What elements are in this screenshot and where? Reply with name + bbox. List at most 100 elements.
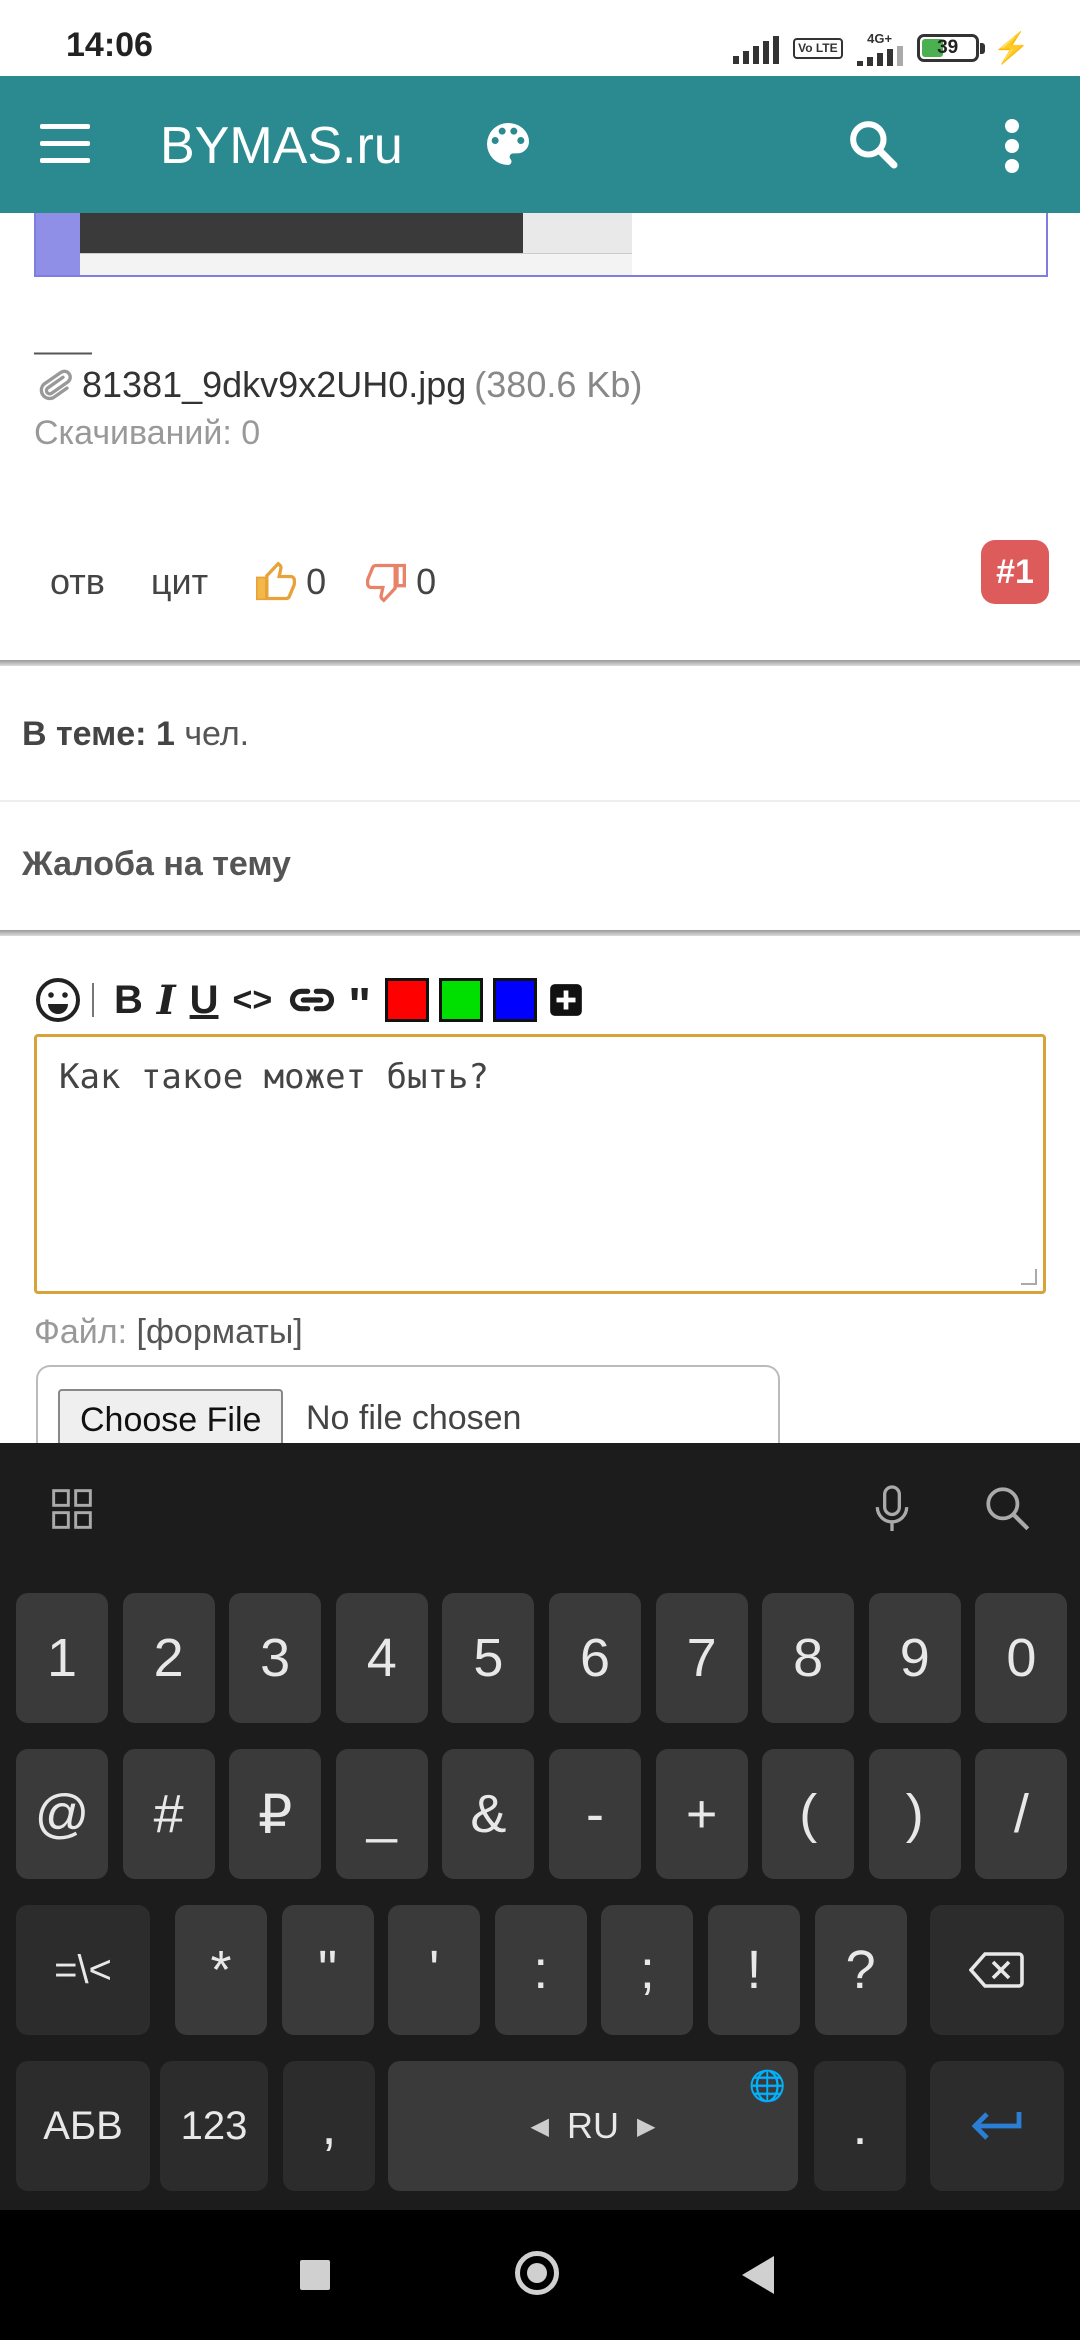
key-sym-1[interactable]: # xyxy=(122,1749,215,1879)
section-divider xyxy=(0,660,1080,666)
key-sym-7-label: ( xyxy=(799,1784,818,1844)
keyboard-search-icon[interactable] xyxy=(982,1483,1032,1533)
key-7-label: 8 xyxy=(793,1628,824,1688)
key-punct-5[interactable]: ! xyxy=(708,1905,800,2035)
key-sym-8[interactable]: ) xyxy=(868,1749,961,1879)
home-button[interactable] xyxy=(515,2251,559,2295)
period-key[interactable]: . xyxy=(814,2061,906,2191)
key-1-label: 2 xyxy=(153,1628,184,1688)
palette-icon[interactable] xyxy=(480,116,536,172)
key-sym-7[interactable]: ( xyxy=(762,1749,855,1879)
key-punct-1[interactable]: " xyxy=(281,1905,374,2035)
microphone-icon[interactable] xyxy=(870,1483,914,1535)
key-4[interactable]: 5 xyxy=(442,1593,535,1723)
signal-icon-2 xyxy=(856,45,903,66)
key-sym-6[interactable]: + xyxy=(655,1749,748,1879)
more-vert-icon[interactable] xyxy=(990,116,1034,176)
color-red-button[interactable] xyxy=(384,978,429,1022)
key-punct-6[interactable]: ? xyxy=(814,1905,907,2035)
key-sym-4[interactable]: & xyxy=(442,1749,535,1879)
comma-key[interactable]: , xyxy=(283,2061,375,2191)
space-key[interactable]: ◀ RU ▶ 🌐 xyxy=(388,2061,798,2191)
key-punct-3[interactable]: : xyxy=(494,1905,587,2035)
file-status: No file chosen xyxy=(306,1399,522,1437)
file-label: Файл: [форматы] xyxy=(34,1313,303,1352)
link-icon[interactable] xyxy=(286,974,338,1026)
app-bar: BYMAS.ru xyxy=(0,76,1080,213)
attachment-row[interactable]: 81381_9dkv9x2UH0.jpg (380.6 Kb) xyxy=(34,364,642,406)
likes-count: 0 xyxy=(306,561,327,602)
section-divider-2 xyxy=(0,930,1080,936)
post-number-badge[interactable]: #1 xyxy=(981,540,1049,604)
file-input[interactable]: Choose File No file chosen xyxy=(36,1365,780,1447)
key-sym-0[interactable]: @ xyxy=(16,1749,108,1879)
plus-box-icon[interactable] xyxy=(547,981,585,1019)
smiley-icon[interactable] xyxy=(34,976,82,1024)
quote-button[interactable]: " xyxy=(348,979,371,1032)
key-punct-4[interactable]: ; xyxy=(601,1905,694,2035)
complaint-link[interactable]: Жалоба на тему xyxy=(22,845,291,884)
symbols-key[interactable]: =\< xyxy=(16,1905,150,2035)
lang-left-icon: ◀ xyxy=(530,2112,549,2140)
color-green-button[interactable] xyxy=(438,978,483,1022)
menu-icon[interactable] xyxy=(40,124,90,164)
key-8[interactable]: 9 xyxy=(868,1593,961,1723)
in-topic-count[interactable]: 1 xyxy=(156,715,175,753)
italic-button[interactable]: I xyxy=(157,974,176,1026)
network-type: 4G+ xyxy=(867,30,893,46)
resize-handle[interactable] xyxy=(1021,1269,1037,1285)
battery-level: 39 xyxy=(937,37,959,58)
system-nav-bar xyxy=(0,2210,1080,2340)
reply-link[interactable]: отв xyxy=(50,561,105,603)
status-time: 14:06 xyxy=(66,26,153,64)
download-count: Скачиваний: 0 xyxy=(34,414,261,452)
back-button[interactable] xyxy=(742,2256,774,2294)
backspace-key[interactable] xyxy=(930,1905,1064,2035)
key-punct-0[interactable]: * xyxy=(175,1905,267,2035)
bold-button[interactable]: B xyxy=(114,974,143,1026)
comma-key-label: , xyxy=(321,2096,337,2156)
key-2[interactable]: 3 xyxy=(229,1593,322,1723)
key-4-label: 5 xyxy=(473,1628,504,1688)
paperclip-icon xyxy=(39,369,72,401)
quote-link[interactable]: цит xyxy=(151,561,208,603)
key-sym-3[interactable]: _ xyxy=(335,1749,428,1879)
key-5[interactable]: 6 xyxy=(549,1593,641,1723)
key-sym-5[interactable]: - xyxy=(549,1749,641,1879)
code-button[interactable]: <> xyxy=(233,974,273,1026)
space-label: RU xyxy=(567,2105,619,2146)
recents-button[interactable] xyxy=(300,2260,330,2290)
file-formats-link[interactable]: [форматы] xyxy=(137,1313,303,1351)
key-sym-2[interactable]: ₽ xyxy=(229,1749,322,1879)
key-3[interactable]: 4 xyxy=(335,1593,428,1723)
key-9[interactable]: 0 xyxy=(975,1593,1068,1723)
key-punct-5-label: ! xyxy=(746,1940,762,2000)
enter-key[interactable] xyxy=(930,2061,1064,2191)
key-1[interactable]: 2 xyxy=(122,1593,215,1723)
key-sym-9[interactable]: / xyxy=(975,1749,1068,1879)
key-punct-0-label: * xyxy=(210,1940,232,2000)
attached-image-preview[interactable] xyxy=(34,213,1048,277)
enter-icon xyxy=(971,2112,1022,2140)
key-punct-1-label: " xyxy=(318,1940,338,2000)
key-6[interactable]: 7 xyxy=(655,1593,748,1723)
search-icon[interactable] xyxy=(845,116,901,172)
numbers-key[interactable]: 123 xyxy=(160,2061,268,2191)
key-7[interactable]: 8 xyxy=(762,1593,855,1723)
color-blue-button[interactable] xyxy=(492,978,537,1022)
choose-file-button[interactable]: Choose File xyxy=(58,1389,284,1447)
in-topic-info: В теме: 1 чел. xyxy=(22,715,249,754)
attachment-filename[interactable]: 81381_9dkv9x2UH0.jpg xyxy=(82,364,466,406)
underline-button[interactable]: U xyxy=(190,974,219,1026)
key-0[interactable]: 1 xyxy=(16,1593,108,1723)
app-title[interactable]: BYMAS.ru xyxy=(160,116,403,176)
message-textarea[interactable]: Как такое может быть? xyxy=(34,1034,1046,1294)
thumbs-up-icon[interactable] xyxy=(254,560,298,604)
key-punct-2[interactable]: ' xyxy=(388,1905,481,2035)
apps-grid-icon[interactable] xyxy=(50,1487,94,1531)
symbols-key-label: =\< xyxy=(54,1947,112,1992)
battery-icon: 39 xyxy=(916,34,985,62)
key-5-label: 6 xyxy=(579,1628,611,1688)
abc-key[interactable]: АБВ xyxy=(16,2061,150,2191)
thumbs-down-icon[interactable] xyxy=(364,560,408,604)
